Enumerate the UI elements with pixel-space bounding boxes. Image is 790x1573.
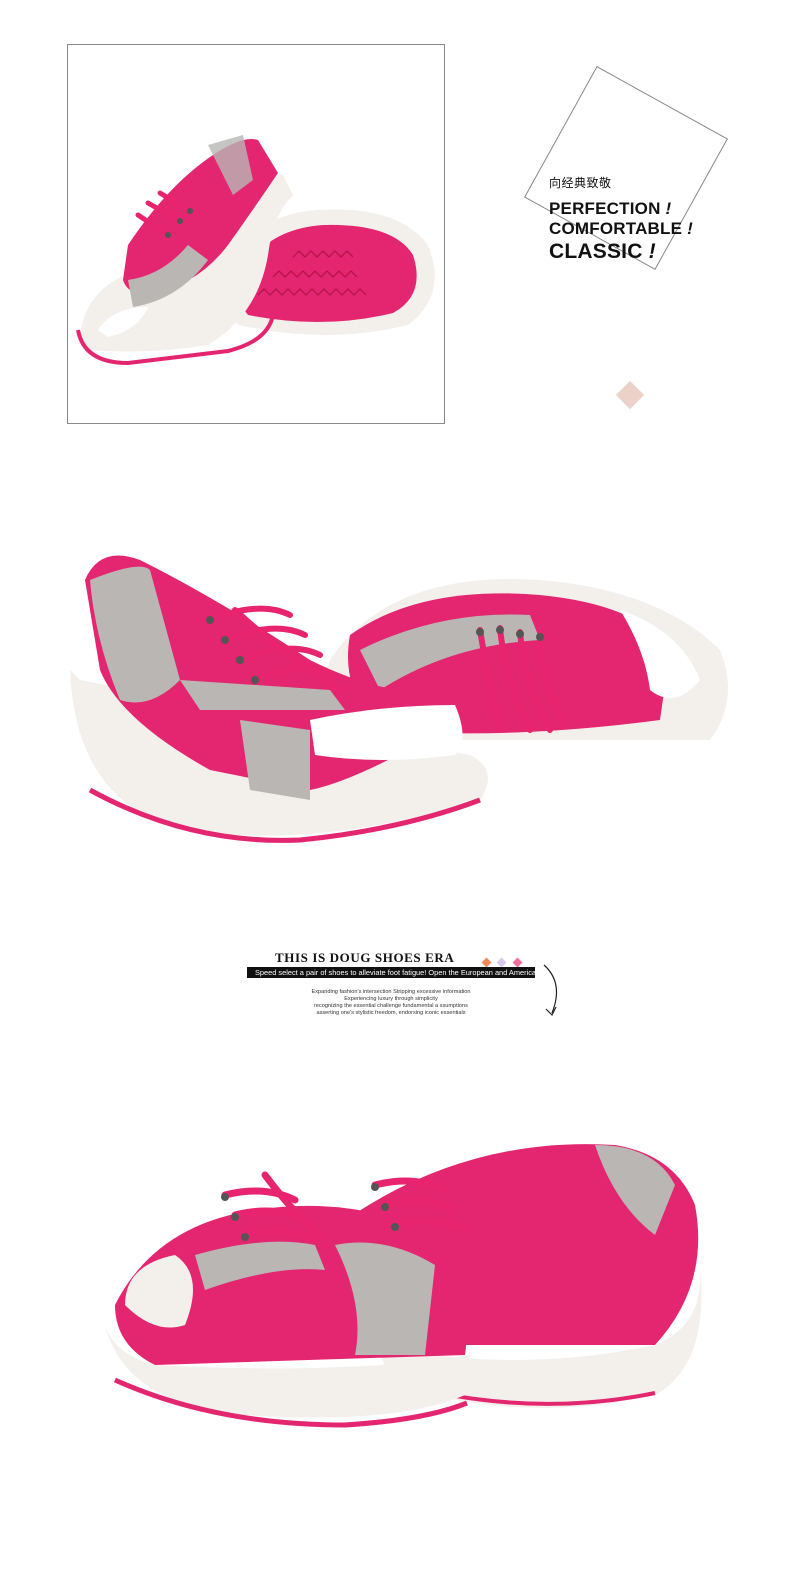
banner-subtext: Expanding fashion's intersection Strippi…: [247, 989, 535, 1017]
slogan-word-perfection: PERFECTION: [549, 199, 661, 218]
diamond-dot-icon: [497, 957, 507, 968]
product-photo-frame: [67, 44, 445, 424]
banner-sub-line: recognizing the essential challenge fund…: [314, 1003, 468, 1009]
slogan-word-comfortable: COMFORTABLE: [549, 219, 683, 238]
exclamation-mark: !: [648, 240, 656, 263]
slogan-chinese: 向经典致敬: [549, 176, 612, 190]
slogan-line-perfection: PERFECTION !: [549, 199, 693, 219]
banner-title: THIS IS DOUG SHOES ERA: [275, 950, 455, 965]
slogan-block: 向经典致敬 PERFECTION ! COMFORTABLE ! CLASSIC…: [549, 174, 693, 265]
exclamation-mark: !: [665, 199, 672, 218]
banner-strip: Speed select a pair of shoes to alleviat…: [247, 967, 535, 978]
banner-sub-line: Experiencing luxury through simplicity: [344, 996, 438, 1002]
decorative-diamond-icon: [615, 380, 645, 410]
slogan-line-classic: CLASSIC !: [549, 239, 693, 265]
banner-sub-line: asserting one's stylistic freedom, endor…: [316, 1010, 466, 1016]
exclamation-mark: !: [687, 219, 693, 238]
sandal-pair-side-icon: [70, 555, 728, 843]
sandal-photo-top: [76, 135, 435, 366]
banner-sub-line: Expanding fashion's intersection Strippi…: [311, 989, 471, 995]
sandal-photo-side: [60, 540, 740, 865]
sandal-photo-front: [95, 1125, 715, 1460]
diamond-dot-icon: [512, 957, 523, 968]
sandal-pair-front-icon: [105, 1144, 702, 1428]
slogan-word-classic: CLASSIC: [549, 240, 643, 263]
diamond-dot-icon: [481, 957, 492, 968]
slogan-line-comfortable: COMFORTABLE !: [549, 219, 693, 239]
curved-arrow-icon: [543, 964, 558, 1017]
